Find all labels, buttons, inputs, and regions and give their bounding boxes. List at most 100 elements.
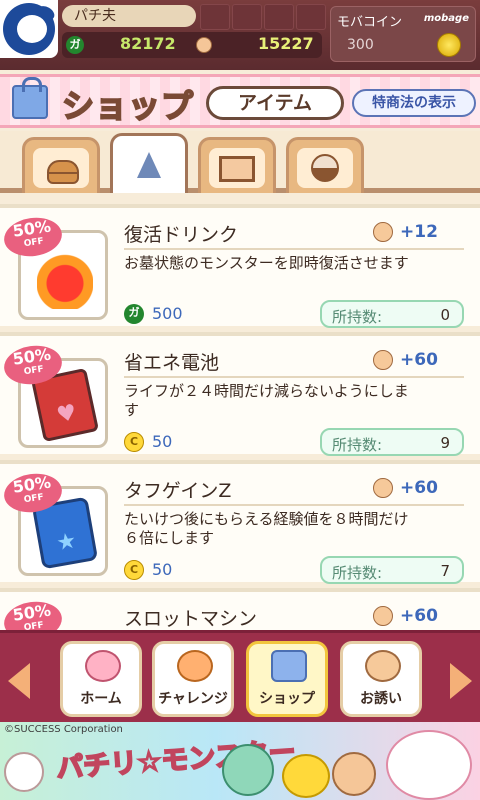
points-icon <box>373 606 393 626</box>
sale-unit: % <box>33 600 53 622</box>
paw-icon <box>177 650 213 682</box>
mobacoin-label: モバコイン <box>337 15 403 30</box>
tab-food[interactable] <box>22 137 100 193</box>
item-name: 省エネ電池 <box>124 352 220 374</box>
item-list[interactable]: 50% OFF 復活ドリンク +12 お墓状態のモンスターを即時復活させます ガ … <box>0 198 480 630</box>
owned-count: 所持数: 7 <box>320 556 464 584</box>
category-tabs <box>0 131 480 193</box>
tab-icon-frame <box>121 144 177 184</box>
nav-shop-button[interactable]: ショップ <box>246 641 328 717</box>
item-button[interactable]: アイテム <box>206 86 344 120</box>
owned-label: 所持数: <box>332 564 383 582</box>
mobage-logo: mobage <box>423 13 469 24</box>
owned-count: 所持数: 9 <box>320 428 464 456</box>
promo-banner[interactable]: ©SUCCESS Corporation パチリ☆モンスター <box>0 722 480 800</box>
points-icon <box>373 350 393 370</box>
owned-value: 9 <box>440 434 450 452</box>
sale-unit: % <box>33 216 53 238</box>
points-icon <box>373 222 393 242</box>
sale-unit: % <box>33 472 53 494</box>
tab-potions[interactable] <box>110 133 188 193</box>
scroll-right-arrow-icon[interactable] <box>450 663 472 699</box>
mobacoin-panel[interactable]: モバコイン mobage 300 <box>330 6 476 62</box>
app-logo[interactable] <box>0 0 58 58</box>
logo-mark-icon <box>3 3 55 55</box>
nav-invite-button[interactable]: お誘い <box>340 641 422 717</box>
item-name: 復活ドリンク <box>124 224 239 246</box>
status-bar: パチ夫 ガ 82172 15227 モバコイン mobage 300 <box>0 0 480 70</box>
home-mascot-icon <box>85 650 121 682</box>
camera-mascot-icon <box>4 752 44 792</box>
invite-friend-icon <box>365 650 401 682</box>
item-description: ライフが２４時間だけ減らないようにします <box>124 382 409 419</box>
list-item[interactable]: 50%OFF 省エネ電池 +60 ライフが２４時間だけ減らないようにします C … <box>0 332 480 456</box>
item-points: +60 <box>400 478 438 498</box>
points-amount: 15227 <box>258 34 314 53</box>
nav-home-button[interactable]: ホーム <box>60 641 142 717</box>
tab-icon-frame <box>33 148 89 188</box>
tab-pictures[interactable] <box>198 137 276 193</box>
nav-challenge-button[interactable]: チャレンジ <box>152 641 234 717</box>
item-price: 50 <box>152 432 173 451</box>
shopping-bag-icon <box>12 77 48 119</box>
currency-panel: ガ 82172 15227 <box>62 32 322 58</box>
mobacoin-icon <box>437 33 461 57</box>
list-item[interactable]: 50% OFF 復活ドリンク +12 お墓状態のモンスターを即時復活させます ガ … <box>0 204 480 328</box>
shopping-bag-icon <box>271 650 307 682</box>
ball-icon <box>311 154 339 182</box>
chick-mascot-icon <box>282 754 330 798</box>
commercial-law-button[interactable]: 特商法の表示 <box>352 89 476 117</box>
rabbit-mascot-icon <box>386 730 472 800</box>
status-blocks <box>200 4 326 30</box>
tab-icon-frame <box>297 148 353 188</box>
item-description: お墓状態のモンスターを即時復活させます <box>124 254 409 272</box>
owned-label: 所持数: <box>332 436 383 454</box>
divider <box>124 376 464 378</box>
scroll-left-arrow-icon[interactable] <box>8 663 30 699</box>
item-points: +12 <box>400 222 438 242</box>
player-name: パチ夫 <box>62 5 196 27</box>
owned-count: 所持数: 0 <box>320 300 464 328</box>
points-icon <box>196 37 212 53</box>
list-item[interactable]: 50%OFF タフゲインZ +60 たいけつ後にもらえる経験値を８時間だけ６倍に… <box>0 460 480 584</box>
owned-value: 7 <box>440 562 450 580</box>
nav-label: チャレンジ <box>158 691 228 707</box>
flask-icon <box>137 152 161 178</box>
picture-icon <box>219 156 255 182</box>
divider <box>124 248 464 250</box>
item-name: スロットマシン <box>124 608 258 630</box>
tab-icon-frame <box>209 148 265 188</box>
revive-drink-icon <box>37 245 93 309</box>
gold-amount: 82172 <box>120 34 176 53</box>
page-title: ショップ <box>61 86 195 126</box>
sale-unit: % <box>33 344 53 366</box>
status-slot <box>264 4 294 30</box>
nav-label: ショップ <box>259 691 315 707</box>
coin-icon: C <box>124 560 144 580</box>
item-price: 500 <box>152 304 183 323</box>
item-price: 50 <box>152 560 173 579</box>
sale-badge: 50% OFF <box>1 598 65 630</box>
gold-icon: ガ <box>66 36 84 54</box>
burger-icon <box>47 160 79 184</box>
status-slot <box>200 4 230 30</box>
boy-mascot-icon <box>332 752 376 796</box>
owned-label: 所持数: <box>332 308 383 326</box>
shop-header: ショップ アイテム 特商法の表示 <box>0 74 480 128</box>
status-slot <box>232 4 262 30</box>
nav-label: お誘い <box>360 691 402 707</box>
status-slot <box>296 4 326 30</box>
gold-icon: ガ <box>124 304 144 324</box>
copyright-text: ©SUCCESS Corporation <box>4 724 123 735</box>
points-icon <box>373 478 393 498</box>
tab-balls[interactable] <box>286 137 364 193</box>
item-name: タフゲインZ <box>124 480 232 502</box>
divider <box>124 504 464 506</box>
monster-mascot-icon <box>222 744 274 796</box>
coin-icon: C <box>124 432 144 452</box>
nav-label: ホーム <box>80 691 122 707</box>
item-points: +60 <box>400 350 438 370</box>
list-item[interactable]: 50% OFF スロットマシン +60 <box>0 588 480 630</box>
item-description: たいけつ後にもらえる経験値を８時間だけ６倍にします <box>124 510 409 547</box>
bottom-nav: ホーム チャレンジ ショップ お誘い <box>0 630 480 722</box>
